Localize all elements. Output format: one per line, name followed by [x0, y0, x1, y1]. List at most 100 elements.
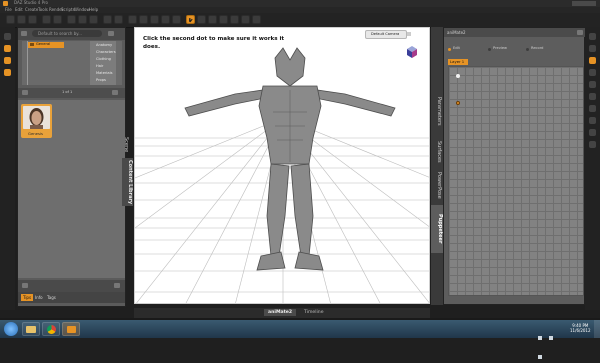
pane-icon-r3[interactable]: [589, 57, 596, 64]
pane-icon-r8[interactable]: [589, 117, 596, 124]
category-item[interactable]: Hair: [96, 64, 103, 68]
library-options-icon[interactable]: [108, 31, 114, 36]
spot-render-button[interactable]: [219, 15, 228, 24]
menu-edit[interactable]: Edit: [15, 7, 23, 12]
active-pose-button[interactable]: [252, 15, 261, 24]
radio-record[interactable]: [526, 48, 529, 51]
tab-timeline[interactable]: Timeline: [300, 309, 328, 316]
new-scene-button[interactable]: [6, 15, 15, 24]
library-search-row: Default to search by...: [18, 28, 125, 40]
menu-scripts[interactable]: Scripts: [61, 7, 75, 12]
tab-scene[interactable]: Scene: [123, 137, 129, 152]
taskbar-daz-studio[interactable]: [62, 322, 80, 336]
tab-content-library[interactable]: Content Library: [122, 158, 133, 206]
open-button[interactable]: [17, 15, 26, 24]
save-button[interactable]: [28, 15, 37, 24]
view-mode-icon[interactable]: [22, 90, 28, 95]
window-controls[interactable]: [572, 1, 596, 6]
system-tray-icons[interactable]: [538, 325, 564, 359]
layer-label[interactable]: Layer 1: [448, 59, 468, 65]
radio-preview[interactable]: [488, 48, 491, 51]
cut-button[interactable]: [67, 15, 76, 24]
render-button[interactable]: [114, 15, 123, 24]
3d-viewport[interactable]: Click the second dot to make sure it wor…: [134, 27, 430, 304]
tab-info[interactable]: Info: [33, 294, 45, 301]
region-navigator-button[interactable]: [241, 15, 250, 24]
camera-selector-label: Default Camera: [371, 32, 400, 36]
viewport-options-icon[interactable]: [407, 32, 411, 36]
geometry-editor-button[interactable]: [230, 15, 239, 24]
paste-button[interactable]: [89, 15, 98, 24]
selected-category[interactable]: General: [28, 42, 64, 48]
pane-icon-r10[interactable]: [589, 141, 596, 148]
category-item[interactable]: Materials: [96, 71, 112, 75]
pane-icon-1[interactable]: [4, 33, 11, 40]
category-item[interactable]: Props: [96, 78, 106, 82]
scale-tool-button[interactable]: [172, 15, 181, 24]
category-item[interactable]: Characters: [96, 50, 116, 54]
taskbar-chrome[interactable]: [42, 322, 60, 336]
copy-button[interactable]: [78, 15, 87, 24]
render-settings-button[interactable]: [103, 15, 112, 24]
library-settings-icon[interactable]: [114, 283, 120, 288]
show-desktop-button[interactable]: [594, 320, 600, 338]
menu-file[interactable]: File: [5, 7, 12, 12]
menu-create[interactable]: Create: [25, 7, 38, 12]
library-search-input[interactable]: Default to search by...: [32, 30, 102, 37]
pane-icon-r7[interactable]: [589, 105, 596, 112]
pane-icon-3[interactable]: [4, 57, 11, 64]
tab-powerpose[interactable]: PowerPose: [432, 172, 442, 199]
category-item[interactable]: Clothing: [96, 57, 111, 61]
pane-icon-r9[interactable]: [589, 129, 596, 136]
pane-icon-r2[interactable]: [589, 45, 596, 52]
menu-tools[interactable]: Tools: [38, 7, 48, 12]
rotate-tool-button[interactable]: [150, 15, 159, 24]
universal-tool-button[interactable]: [139, 15, 148, 24]
undo-button[interactable]: [42, 15, 51, 24]
menu-window[interactable]: Window: [74, 7, 90, 12]
pane-icon-r5[interactable]: [589, 81, 596, 88]
tray-icon: [549, 336, 554, 340]
translate-tool-button[interactable]: [161, 15, 170, 24]
menu-help[interactable]: Help: [89, 7, 98, 12]
next-page-icon[interactable]: [112, 90, 118, 95]
tray-icon: [538, 336, 542, 340]
taskbar-clock[interactable]: 9:40 PM 11/6/2012: [570, 323, 591, 333]
puppeteer-dot-2[interactable]: [456, 101, 460, 105]
joint-editor-button[interactable]: [197, 15, 206, 24]
pane-icon-r6[interactable]: [589, 93, 596, 100]
library-add-icon[interactable]: [22, 283, 28, 288]
content-library-panel: Default to search by... Anatomy Characte…: [17, 27, 126, 307]
tab-animate2[interactable]: aniMate2: [264, 309, 297, 316]
tab-tips[interactable]: Tips: [21, 294, 34, 301]
pane-icon-r4[interactable]: [589, 69, 596, 76]
radio-edit[interactable]: [448, 48, 451, 51]
app-logo-icon: [3, 1, 8, 6]
start-button-icon[interactable]: [4, 322, 18, 336]
tab-surfaces[interactable]: Surfaces: [432, 141, 442, 163]
node-selection-tool-button[interactable]: [128, 15, 137, 24]
category-item[interactable]: Anatomy: [96, 43, 112, 47]
pose-tool-button[interactable]: [186, 15, 195, 24]
content-thumbnail[interactable]: Genesis: [21, 104, 52, 138]
left-pane-strip: [0, 27, 15, 310]
panel-menu-icon[interactable]: [577, 30, 583, 35]
creature-figure: [184, 47, 396, 271]
pane-icon-2[interactable]: [4, 45, 11, 52]
tab-puppeteer[interactable]: Puppeteer: [431, 205, 443, 253]
camera-selector[interactable]: Default Camera: [365, 30, 407, 39]
navigation-cube-icon[interactable]: [406, 46, 418, 58]
results-row: 1 of 1: [18, 88, 125, 98]
surface-selection-button[interactable]: [208, 15, 217, 24]
genesis-preview-image: [23, 106, 50, 129]
pane-icon-r1[interactable]: [589, 33, 596, 40]
library-menu-icon[interactable]: [21, 31, 27, 36]
puppeteer-grid[interactable]: [448, 66, 584, 296]
puppeteer-dot-1[interactable]: [456, 74, 460, 78]
mode-radio-group: Edit Preview Record: [444, 38, 586, 56]
redo-button[interactable]: [53, 15, 62, 24]
tab-tags[interactable]: Tags: [45, 294, 58, 301]
tab-parameters[interactable]: Parameters: [432, 97, 442, 126]
taskbar-explorer[interactable]: [22, 322, 40, 336]
pane-icon-4[interactable]: [4, 69, 11, 76]
